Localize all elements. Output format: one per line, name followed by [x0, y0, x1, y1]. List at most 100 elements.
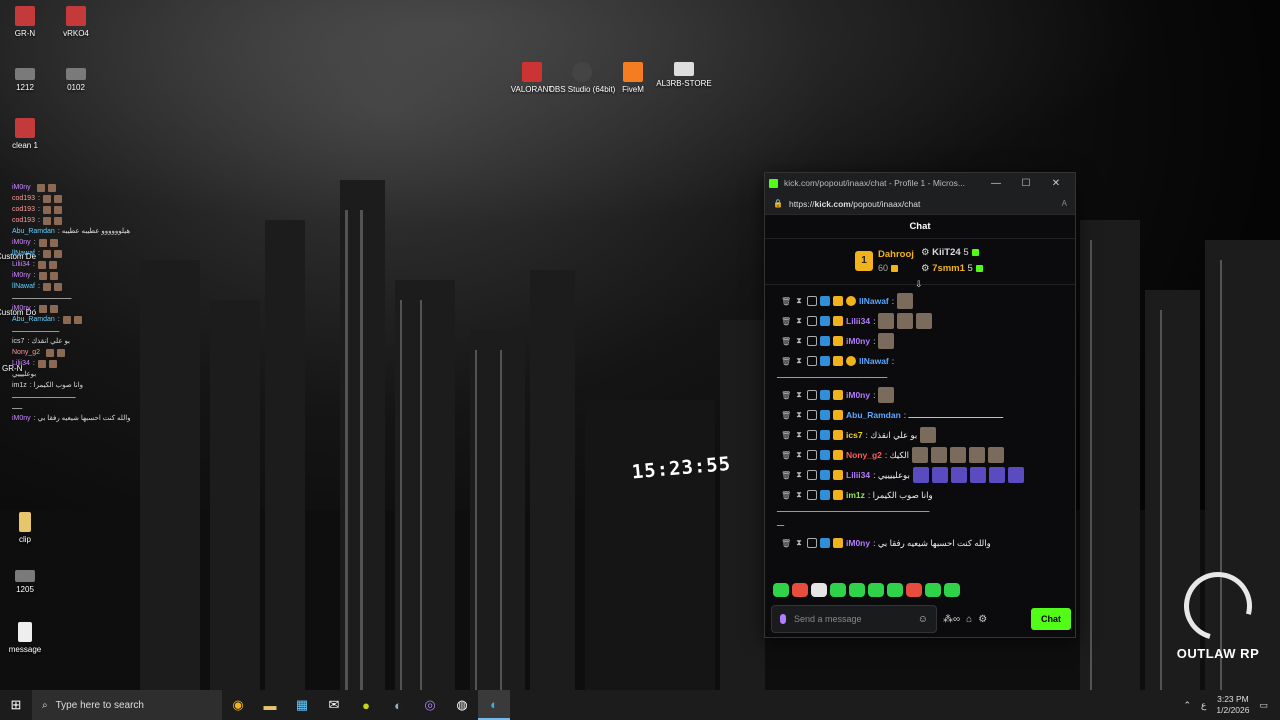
chat-username[interactable]: iM0ny	[846, 336, 870, 346]
overlay-row: Nony_g2	[12, 347, 147, 358]
chat-message-text: ــــــــــــــــــــــــــــــــــــــــ…	[777, 505, 930, 514]
delete-icon[interactable]: 🗑	[781, 451, 791, 460]
chat-username[interactable]: im1z	[846, 490, 865, 500]
emote-icon[interactable]	[773, 583, 789, 597]
chat-username[interactable]: Lilii34	[846, 470, 870, 480]
desktop-icon-clean-1[interactable]: clean 1	[0, 118, 60, 151]
emote-icon[interactable]	[925, 583, 941, 597]
start-button[interactable]: ⊞	[0, 690, 32, 720]
chat-username[interactable]: Nony_g2	[846, 450, 882, 460]
timeout-icon[interactable]: ⧗	[794, 490, 804, 500]
maximize-button[interactable]: ☐	[1011, 178, 1041, 189]
desktop-icon-clip[interactable]: clip	[0, 512, 60, 545]
crown-badge-icon	[833, 410, 843, 420]
points-icon[interactable]: ⁂∞	[943, 614, 960, 625]
timeout-icon[interactable]: ⧗	[794, 470, 804, 480]
delete-icon[interactable]: 🗑	[781, 431, 791, 440]
chat-username[interactable]: Abu_Ramdan	[846, 410, 901, 420]
window-title: kick.com/popout/inaax/chat - Profile 1 -…	[784, 178, 965, 188]
valorant-icon	[522, 62, 542, 82]
delete-icon[interactable]: 🗑	[781, 357, 791, 366]
steam-icon[interactable]: ◐	[382, 690, 414, 720]
notification-icon[interactable]: ▭	[1259, 700, 1268, 711]
discord-icon[interactable]: ◎	[414, 690, 446, 720]
delete-icon[interactable]: 🗑	[781, 337, 791, 346]
chat-username[interactable]: ics7	[846, 430, 863, 440]
url-text[interactable]: https://kick.com/popout/inaax/chat	[789, 199, 1062, 209]
timeout-icon[interactable]: ⧗	[794, 316, 804, 326]
first-place-name[interactable]: Dahrooj	[878, 249, 914, 260]
chrome-icon[interactable]: ◉	[222, 690, 254, 720]
overlay-text: ـــــ	[12, 404, 23, 411]
chat-message-text: : ــــــــــــــــــــــــــــــــــــــ	[903, 409, 1004, 420]
overlay-row: llNawaf:	[12, 281, 147, 292]
delete-icon[interactable]: 🗑	[781, 471, 791, 480]
delete-icon[interactable]: 🗑	[781, 297, 791, 306]
overlay-username: im1z	[12, 382, 27, 389]
delete-icon[interactable]: 🗑	[781, 539, 791, 548]
delete-icon[interactable]: 🗑	[781, 391, 791, 400]
timeout-icon[interactable]: ⧗	[794, 336, 804, 346]
taskbar-clock[interactable]: 3:23 PM 1/2/2026	[1216, 694, 1249, 716]
overlay-username: Abu_Ramdan	[12, 316, 55, 323]
timeout-icon[interactable]: ⧗	[794, 430, 804, 440]
shield-badge-icon	[807, 296, 817, 306]
file-explorer-icon[interactable]: ▬	[254, 690, 286, 720]
chat-username[interactable]: Lilii34	[846, 316, 870, 326]
send-chat-button[interactable]: Chat	[1031, 608, 1071, 630]
desktop-icon-0102[interactable]: 0102	[41, 68, 111, 93]
desktop-icon-al3rb-store[interactable]: AL3RB-STORE	[649, 62, 719, 89]
expand-arrow-icon[interactable]: ⇩	[915, 279, 923, 290]
taskbar-search[interactable]: ⌕ Type here to search	[32, 690, 222, 720]
timeout-icon[interactable]: ⧗	[794, 538, 804, 548]
chat-username[interactable]: iM0ny	[846, 390, 870, 400]
read-aloud-icon[interactable]: A	[1062, 199, 1067, 208]
emote-icon[interactable]	[906, 583, 922, 597]
chat-username[interactable]: llNawaf	[859, 296, 889, 306]
store-icon[interactable]: ⌂	[966, 614, 972, 625]
emote-icon	[57, 348, 66, 357]
delete-icon[interactable]: 🗑	[781, 411, 791, 420]
chat-username[interactable]: iM0ny	[846, 538, 870, 548]
timeout-icon[interactable]: ⧗	[794, 410, 804, 420]
timeout-icon[interactable]: ⧗	[794, 296, 804, 306]
second-place[interactable]: ⚙ KiiT24 5	[921, 247, 979, 258]
timeout-icon[interactable]: ⧗	[794, 450, 804, 460]
mic-icon[interactable]	[780, 614, 786, 624]
window-titlebar[interactable]: kick.com/popout/inaax/chat - Profile 1 -…	[765, 173, 1075, 193]
folder-icon	[19, 512, 31, 532]
mail-icon[interactable]: ✉	[318, 690, 350, 720]
store-app-icon[interactable]: ▦	[286, 690, 318, 720]
delete-icon[interactable]: 🗑	[781, 491, 791, 500]
desktop-icon-1205[interactable]: 1205	[0, 570, 60, 595]
emote-icon[interactable]	[887, 583, 903, 597]
desktop-icon-vrko4[interactable]: vRKO4	[41, 6, 111, 39]
emote-icon[interactable]	[811, 583, 827, 597]
language-indicator[interactable]: ع	[1201, 700, 1206, 711]
settings-icon[interactable]: ⚙	[978, 614, 987, 625]
emoji-icon[interactable]: ☺	[918, 614, 928, 625]
overlay-row: Abu_Ramdan: هيلوووووو عطيبه عطيبه	[12, 226, 147, 237]
desktop-icon-message[interactable]: message	[0, 622, 60, 655]
emote-icon[interactable]	[830, 583, 846, 597]
close-button[interactable]: ✕	[1041, 178, 1071, 189]
emote-icon[interactable]	[868, 583, 884, 597]
app-icon[interactable]: ●	[350, 690, 382, 720]
minimize-button[interactable]: —	[981, 178, 1011, 189]
timeout-icon[interactable]: ⧗	[794, 390, 804, 400]
emote-icon[interactable]	[944, 583, 960, 597]
tray-chevron-icon[interactable]: ⌃	[1183, 700, 1191, 711]
kick-favicon-icon	[769, 178, 778, 188]
obs-taskbar-icon[interactable]: ◍	[446, 690, 478, 720]
emote-icon[interactable]	[849, 583, 865, 597]
third-place[interactable]: ⚙ 7smm1 5	[921, 263, 983, 274]
emote-icon[interactable]	[792, 583, 808, 597]
delete-icon[interactable]: 🗑	[781, 317, 791, 326]
emote-icon	[53, 194, 62, 203]
emote-icon	[950, 447, 967, 463]
edge-icon[interactable]: ◐	[478, 690, 510, 720]
timeout-icon[interactable]: ⧗	[794, 356, 804, 366]
address-bar[interactable]: 🔒 https://kick.com/popout/inaax/chat A	[765, 193, 1075, 215]
chat-username[interactable]: llNawaf	[859, 356, 889, 366]
chat-input[interactable]: Send a message ☺	[771, 605, 937, 633]
